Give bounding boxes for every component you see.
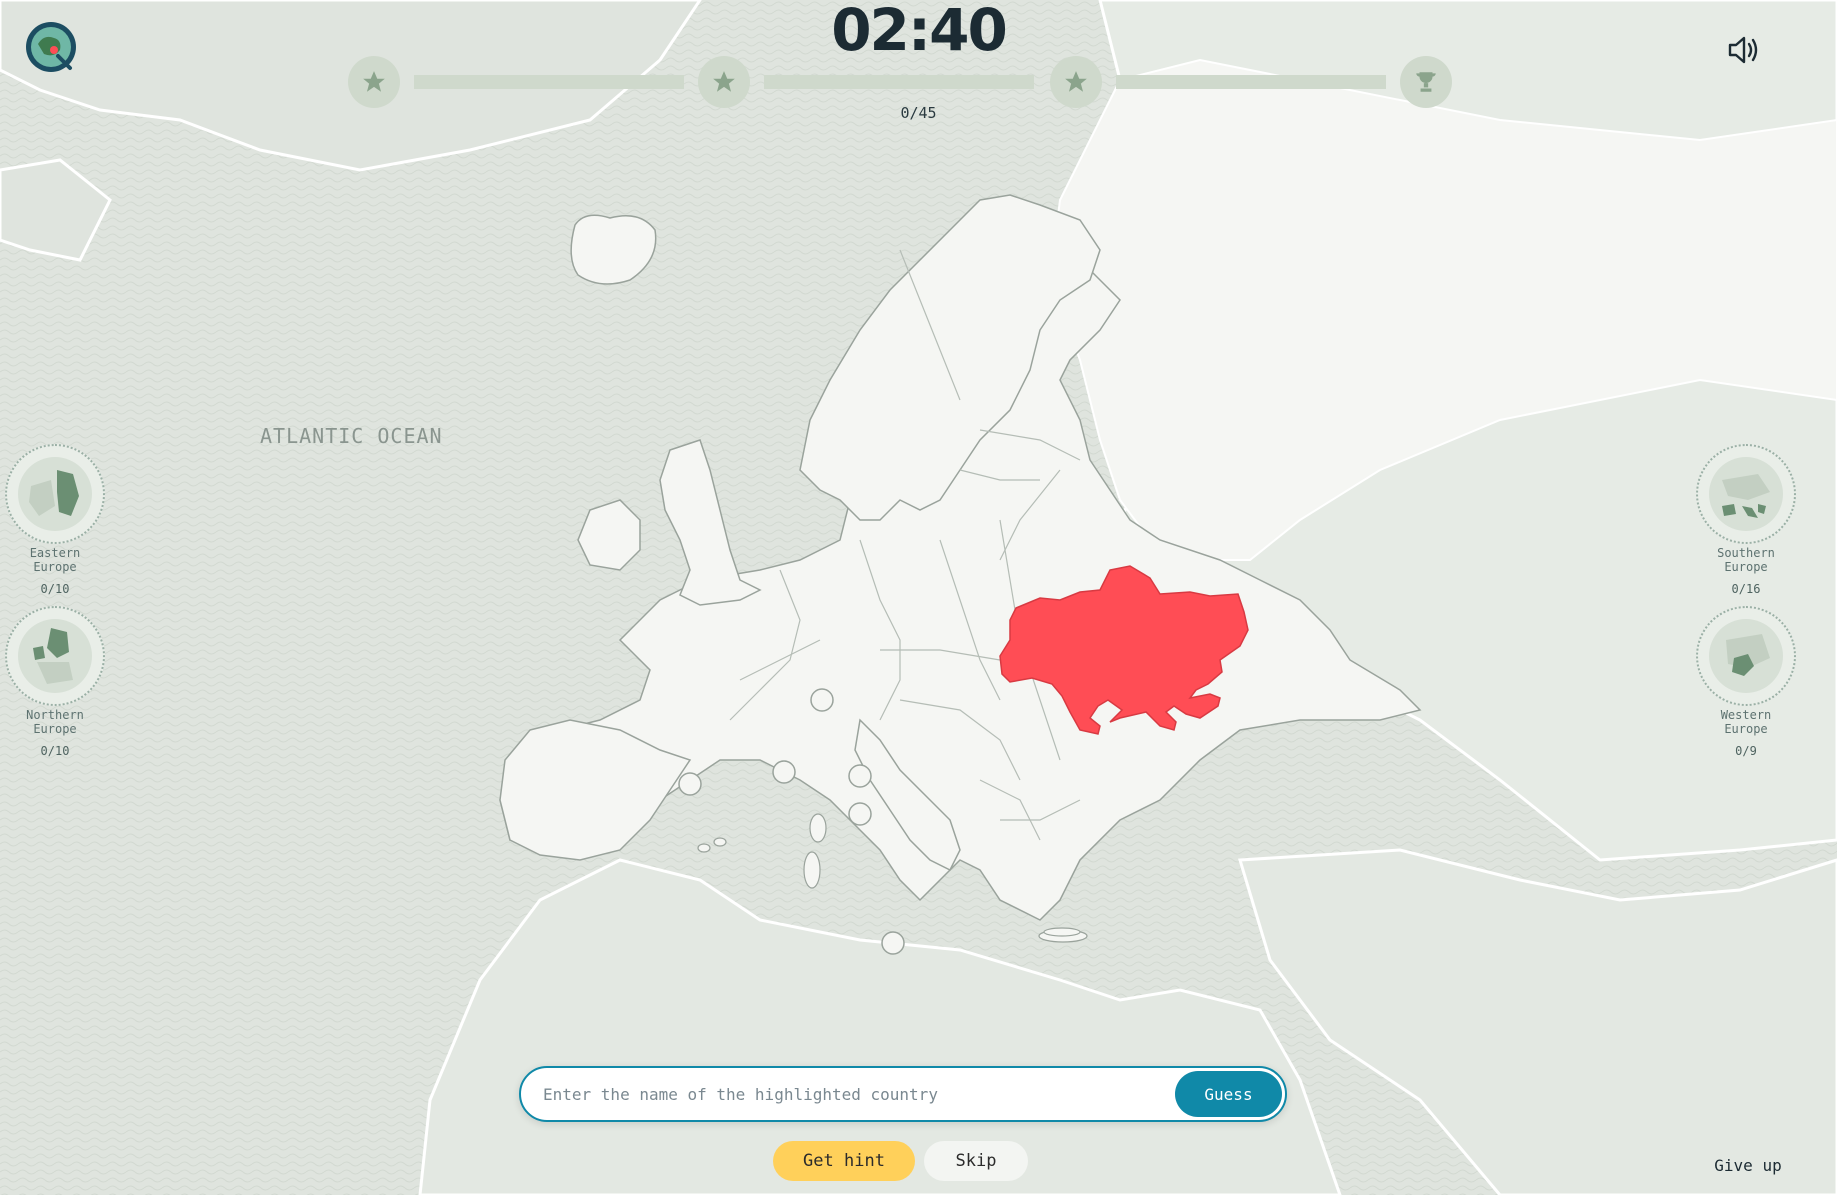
region-northern-europe[interactable]: Northern Europe 0/10 <box>3 606 107 758</box>
region-label: Northern Europe <box>26 708 84 736</box>
region-western-europe[interactable]: Western Europe 0/9 <box>1694 606 1798 758</box>
region-label: Western Europe <box>1720 708 1772 736</box>
progress-segment-2 <box>764 75 1034 89</box>
star-icon <box>1050 56 1102 108</box>
ocean-label: ATLANTIC OCEAN <box>260 424 443 448</box>
globe-icon <box>1696 444 1796 544</box>
countdown-timer: 02:40 <box>831 0 1008 64</box>
guess-button[interactable]: Guess <box>1175 1071 1282 1117</box>
region-southern-europe[interactable]: Southern Europe 0/16 <box>1694 444 1798 596</box>
progress-track <box>348 56 1456 108</box>
region-label: Southern Europe <box>1717 546 1775 574</box>
get-hint-button[interactable]: Get hint <box>773 1141 915 1181</box>
region-count: 0/16 <box>1731 582 1761 596</box>
country-name-input[interactable] <box>541 1078 1085 1110</box>
trophy-icon <box>1400 56 1452 108</box>
region-label: Eastern Europe <box>29 546 81 574</box>
region-count: 0/9 <box>1735 744 1757 758</box>
skip-button[interactable]: Skip <box>924 1141 1028 1181</box>
europe-map <box>0 0 1837 1195</box>
sound-icon[interactable] <box>1726 34 1760 66</box>
region-count: 0/10 <box>40 744 70 758</box>
region-eastern-europe[interactable]: Eastern Europe 0/10 <box>3 444 107 596</box>
star-icon <box>698 56 750 108</box>
globe-icon <box>5 606 105 706</box>
globe-icon <box>1696 606 1796 706</box>
region-count: 0/10 <box>40 582 70 596</box>
progress-segment-1 <box>414 75 684 89</box>
answer-form: Guess <box>519 1066 1287 1122</box>
progress-count: 0/45 <box>900 104 937 122</box>
star-icon <box>348 56 400 108</box>
give-up-link[interactable]: Give up <box>1708 1156 1788 1175</box>
progress-segment-3 <box>1116 75 1386 89</box>
globe-icon <box>5 444 105 544</box>
